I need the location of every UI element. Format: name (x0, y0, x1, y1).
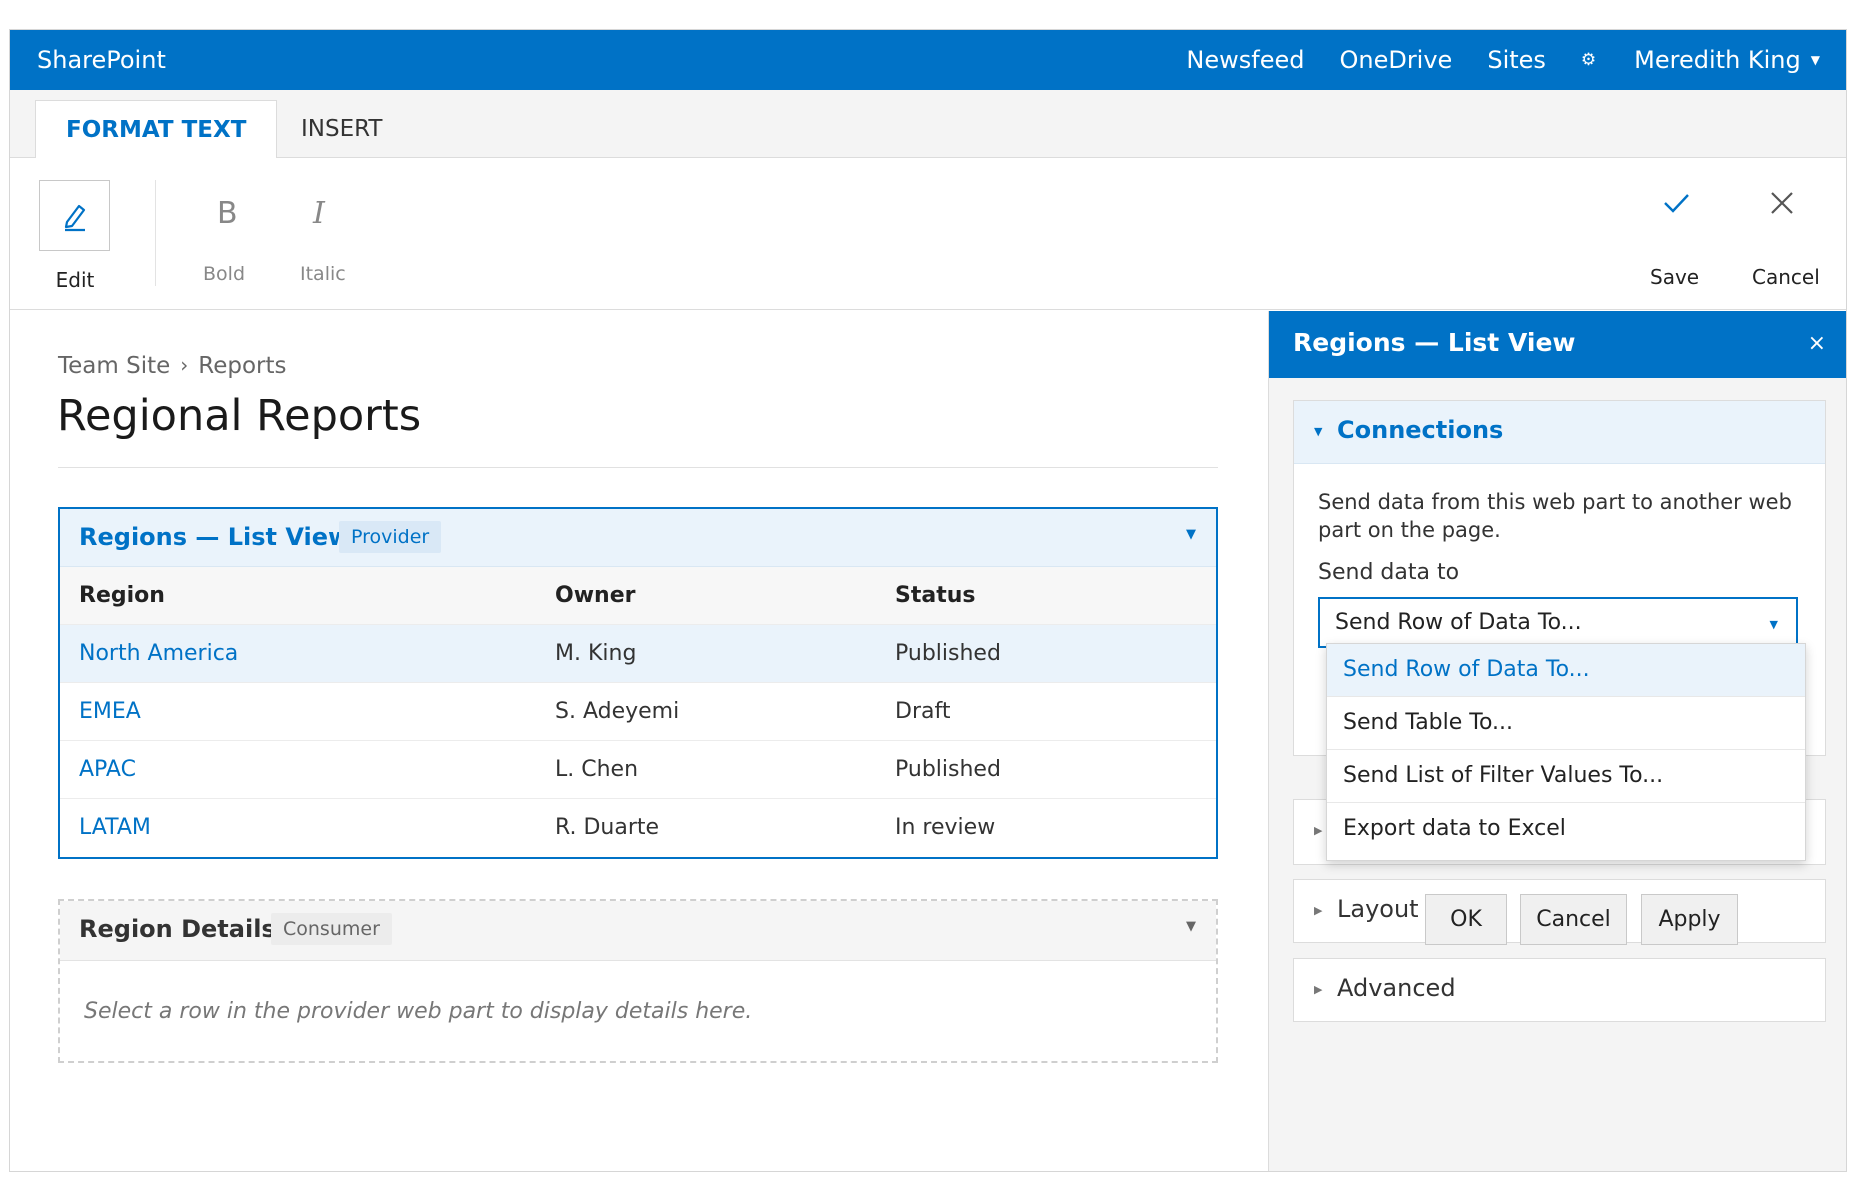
chevron-down-icon: ▼ (1810, 53, 1820, 67)
status-cell: Draft (895, 699, 951, 724)
breadcrumb: Team Site › Reports (58, 353, 287, 379)
breadcrumb-team-site[interactable]: Team Site (58, 353, 170, 379)
settings-gear-icon[interactable]: ⚙ (1581, 50, 1596, 70)
breadcrumb-separator: › (180, 353, 189, 377)
layout-label: Layout (1337, 895, 1419, 923)
empty-state-message: Select a row in the provider web part to… (84, 999, 753, 1024)
owner-cell: L. Chen (555, 757, 639, 782)
table-row[interactable]: EMEA S. Adeyemi Draft (60, 683, 1216, 741)
bold-label[interactable]: Bold (203, 263, 245, 285)
provider-web-part[interactable]: Regions — List View Provider ▼ Region Ow… (58, 507, 1218, 859)
column-header-region[interactable]: Region (79, 567, 165, 624)
status-cell: In review (895, 815, 996, 840)
list-view-table: Region Owner Status North America M. Kin… (60, 567, 1216, 857)
ribbon-tabs: FORMAT TEXT INSERT (10, 90, 1846, 159)
user-menu[interactable]: Meredith King ▼ (1634, 46, 1820, 74)
chevron-down-icon: ▼ (1769, 618, 1778, 631)
dropdown-option[interactable]: Export data to Excel (1327, 803, 1805, 856)
checkmark-icon[interactable] (1661, 188, 1691, 218)
web-part-title: Regions — List View (79, 523, 351, 551)
advanced-section[interactable]: ▶ Advanced (1293, 958, 1826, 1022)
web-part-header: Regions — List View Provider ▼ (60, 509, 1216, 567)
table-row[interactable]: North America M. King Published (60, 625, 1216, 683)
close-icon[interactable]: × (1808, 331, 1826, 356)
cancel-button[interactable]: Cancel (1520, 894, 1627, 945)
ribbon-toolbar: Edit B Bold I Italic Save Cancel (10, 158, 1846, 310)
tool-pane-header: Regions — List View × (1269, 311, 1846, 378)
pencil-icon (64, 204, 85, 231)
ok-button[interactable]: OK (1425, 894, 1507, 945)
page-content: Team Site › Reports Regional Reports Reg… (10, 311, 1268, 1171)
tool-pane-title: Regions — List View (1293, 328, 1576, 357)
web-part-title: Region Details (79, 915, 276, 943)
tab-format-text[interactable]: FORMAT TEXT (35, 100, 278, 159)
app-window: SharePoint Newsfeed OneDrive Sites ⚙ Mer… (9, 29, 1847, 1172)
table-header-row: Region Owner Status (60, 567, 1216, 625)
region-link[interactable]: North America (79, 625, 238, 682)
connections-label: Connections (1337, 416, 1504, 444)
web-part-header: Region Details Consumer ▼ (60, 901, 1216, 961)
triangle-right-icon: ▶ (1314, 904, 1323, 917)
cancel-button[interactable]: Cancel (1752, 265, 1820, 289)
send-data-selected-value: Send Row of Data To... (1335, 610, 1582, 635)
region-link[interactable]: EMEA (79, 683, 141, 740)
region-link[interactable]: APAC (79, 741, 136, 798)
sites-link[interactable]: Sites (1487, 46, 1546, 74)
web-part-menu-chevron-icon[interactable]: ▼ (1186, 919, 1196, 934)
italic-icon[interactable]: I (313, 196, 325, 231)
status-cell: Published (895, 757, 1001, 782)
column-header-owner[interactable]: Owner (555, 567, 635, 624)
page-title: Regional Reports (57, 391, 422, 441)
consumer-badge: Consumer (271, 913, 392, 945)
owner-cell: M. King (555, 641, 637, 666)
suite-bar: SharePoint Newsfeed OneDrive Sites ⚙ Mer… (10, 30, 1846, 90)
breadcrumb-reports[interactable]: Reports (198, 353, 286, 379)
column-header-status[interactable]: Status (895, 567, 975, 624)
title-divider (58, 467, 1218, 468)
user-name: Meredith King (1634, 46, 1801, 74)
provider-badge: Provider (339, 521, 442, 553)
save-button[interactable]: Save (1650, 265, 1699, 289)
bold-icon[interactable]: B (217, 196, 238, 231)
brand-logo[interactable]: SharePoint (37, 30, 166, 90)
consumer-web-part[interactable]: Region Details Consumer ▼ Select a row i… (58, 899, 1218, 1063)
send-data-select[interactable]: Send Row of Data To... ▼ (1318, 597, 1798, 648)
edit-label: Edit (55, 268, 95, 292)
status-cell: Published (895, 641, 1001, 666)
table-row[interactable]: LATAM R. Duarte In review (60, 799, 1216, 857)
dropdown-option[interactable]: Send List of Filter Values To... (1327, 750, 1805, 803)
dropdown-option[interactable]: Send Table To... (1327, 697, 1805, 750)
triangle-down-icon: ▼ (1314, 425, 1323, 438)
owner-cell: S. Adeyemi (555, 699, 680, 724)
ribbon-divider (155, 180, 156, 286)
apply-button[interactable]: Apply (1641, 894, 1738, 945)
dropdown-option[interactable]: Send Row of Data To... (1327, 644, 1805, 697)
newsfeed-link[interactable]: Newsfeed (1186, 46, 1304, 74)
close-icon[interactable] (1767, 188, 1797, 218)
onedrive-link[interactable]: OneDrive (1339, 46, 1452, 74)
triangle-right-icon: ▶ (1314, 824, 1323, 837)
advanced-label: Advanced (1337, 974, 1456, 1002)
web-part-menu-chevron-icon[interactable]: ▼ (1186, 527, 1196, 542)
connections-section-header[interactable]: ▼ Connections (1294, 401, 1825, 464)
send-data-label: Send data to (1318, 560, 1460, 585)
region-link[interactable]: LATAM (79, 799, 151, 856)
owner-cell: R. Duarte (555, 815, 660, 840)
send-data-dropdown-menu: Send Row of Data To... Send Table To... … (1326, 643, 1806, 861)
table-row[interactable]: APAC L. Chen Published (60, 741, 1216, 799)
edit-button[interactable] (39, 180, 110, 251)
advanced-section-header[interactable]: ▶ Advanced (1294, 959, 1825, 1021)
suite-nav: Newsfeed OneDrive Sites ⚙ Meredith King … (1151, 30, 1820, 90)
italic-label[interactable]: Italic (300, 263, 346, 285)
tab-insert[interactable]: INSERT (271, 100, 412, 159)
connections-description: Send data from this web part to another … (1318, 490, 1792, 542)
triangle-right-icon: ▶ (1314, 983, 1323, 996)
